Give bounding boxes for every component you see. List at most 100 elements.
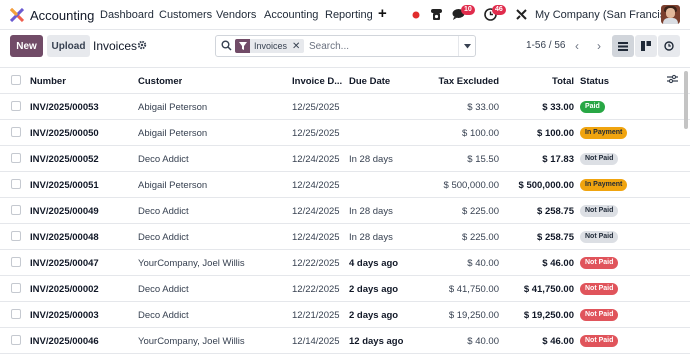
cell-invoice-date: 12/14/2025 (292, 335, 340, 347)
new-button[interactable]: New (10, 35, 43, 57)
status-badge: Not Paid (580, 283, 619, 295)
cell-number: INV/2025/00052 (30, 153, 99, 165)
cell-total: $ 500,000.00 (518, 179, 574, 191)
row-checkbox[interactable] (11, 309, 21, 319)
cell-tax-excluded: $ 15.50 (467, 153, 499, 165)
row-checkbox[interactable] (11, 335, 21, 345)
cell-customer: Deco Addict (138, 283, 189, 295)
row-checkbox[interactable] (11, 283, 21, 293)
table-row[interactable]: INV/2025/00002 Deco Addict 12/22/2025 2 day… (0, 276, 690, 302)
cell-invoice-date: 12/22/2025 (292, 257, 340, 269)
cell-due-date: In 28 days (349, 231, 393, 243)
table-row[interactable]: INV/2025/00046 YourCompany, Joel Willis 12… (0, 328, 690, 354)
list-view-button[interactable] (612, 35, 634, 57)
menu-dashboard[interactable]: Dashboard (100, 9, 154, 21)
status-badge: Not Paid (580, 335, 619, 347)
menu-reporting[interactable]: Reporting (325, 9, 373, 21)
debug-tools-icon[interactable] (515, 8, 528, 21)
company-switcher[interactable]: My Company (San Francisco) (535, 9, 681, 21)
cell-customer: Deco Addict (138, 153, 189, 165)
row-checkbox[interactable] (11, 257, 21, 267)
cell-total: $ 258.75 (537, 205, 574, 217)
menu-vendors[interactable]: Vendors (216, 9, 256, 21)
row-checkbox[interactable] (11, 205, 21, 215)
pager-previous-button[interactable]: ‹ (566, 35, 588, 57)
row-checkbox[interactable] (11, 231, 21, 241)
cell-number: INV/2025/00051 (30, 179, 99, 191)
plus-icon[interactable]: + (378, 5, 387, 22)
column-total[interactable]: Total (510, 68, 574, 94)
search-options-toggle[interactable] (458, 36, 475, 56)
phone-icon[interactable] (430, 8, 443, 21)
top-navbar: Accounting Dashboard Customers Vendors A… (0, 0, 690, 30)
column-number[interactable]: Number (30, 68, 66, 94)
menu-accounting[interactable]: Accounting (264, 9, 318, 21)
column-invoice-date[interactable]: Invoice D... (292, 68, 342, 94)
column-due-date[interactable]: Due Date (349, 68, 390, 94)
facet-label: Invoices (250, 39, 292, 53)
cell-invoice-date: 12/24/2025 (292, 231, 340, 243)
cell-customer: Abigail Peterson (138, 127, 208, 139)
page-title[interactable]: Invoices (93, 39, 137, 53)
cell-tax-excluded: $ 19,250.00 (448, 309, 499, 321)
table-row[interactable]: INV/2025/00048 Deco Addict 12/24/2025 In 28… (0, 224, 690, 250)
cell-invoice-date: 12/25/2025 (292, 127, 340, 139)
cell-status: In Payment (580, 120, 628, 146)
search-facet[interactable]: Invoices ✕ (235, 39, 305, 53)
menu-customers[interactable]: Customers (159, 9, 212, 21)
kanban-view-button[interactable] (635, 35, 657, 57)
activity-clock-icon (664, 41, 674, 51)
table-header: Number Customer Invoice D... Due Date Ta… (0, 68, 690, 94)
cell-number: INV/2025/00049 (30, 205, 99, 217)
table-row[interactable]: INV/2025/00047 YourCompany, Joel Willis 12… (0, 250, 690, 276)
row-checkbox[interactable] (11, 127, 21, 137)
cell-customer: Deco Addict (138, 205, 189, 217)
status-badge: In Payment (580, 127, 628, 139)
cell-status: Not Paid (580, 302, 619, 328)
cell-number: INV/2025/00053 (30, 101, 99, 113)
select-all-checkbox[interactable] (11, 75, 21, 85)
cell-tax-excluded: $ 40.00 (467, 257, 499, 269)
cell-due-date: 2 days ago (349, 283, 399, 295)
activities-badge: 46 (492, 5, 506, 15)
cell-status: Not Paid (580, 250, 619, 276)
list-view-icon (618, 41, 628, 51)
app-title[interactable]: Accounting (30, 8, 94, 23)
column-status[interactable]: Status (580, 68, 609, 94)
cell-invoice-date: 12/24/2025 (292, 153, 340, 165)
cell-invoice-date: 12/24/2025 (292, 179, 340, 191)
filter-icon (235, 39, 250, 53)
column-tax-excluded[interactable]: Tax Excluded (420, 68, 499, 94)
column-customer[interactable]: Customer (138, 68, 182, 94)
row-checkbox[interactable] (11, 101, 21, 111)
status-badge: Not Paid (580, 231, 619, 243)
user-avatar[interactable] (661, 5, 680, 24)
table-row[interactable]: INV/2025/00051 Abigail Peterson 12/24/2025… (0, 172, 690, 198)
invoice-list: Number Customer Invoice D... Due Date Ta… (0, 67, 690, 360)
search-icon (221, 40, 232, 51)
cell-customer: YourCompany, Joel Willis (138, 257, 245, 269)
search-input[interactable] (309, 38, 454, 54)
cell-due-date: 12 days ago (349, 335, 404, 347)
row-checkbox[interactable] (11, 179, 21, 189)
activity-view-button[interactable] (658, 35, 680, 57)
recording-dot-icon[interactable] (412, 11, 420, 19)
scrollbar[interactable] (684, 71, 688, 129)
gear-icon[interactable] (137, 40, 147, 50)
upload-button[interactable]: Upload (47, 35, 90, 57)
accounting-app-icon[interactable] (10, 8, 24, 22)
row-checkbox[interactable] (11, 153, 21, 163)
table-row[interactable]: INV/2025/00053 Abigail Peterson 12/25/2025… (0, 94, 690, 120)
table-row[interactable]: INV/2025/00050 Abigail Peterson 12/25/2025… (0, 120, 690, 146)
facet-close-icon[interactable]: ✕ (291, 39, 305, 53)
optional-columns-icon[interactable] (667, 74, 678, 84)
table-row[interactable]: INV/2025/00049 Deco Addict 12/24/2025 In 28… (0, 198, 690, 224)
table-row[interactable]: INV/2025/00003 Deco Addict 12/21/2025 2 day… (0, 302, 690, 328)
cell-number: INV/2025/00050 (30, 127, 99, 139)
pager-next-button[interactable]: › (588, 35, 610, 57)
table-row[interactable]: INV/2025/00052 Deco Addict 12/24/2025 In 28… (0, 146, 690, 172)
cell-tax-excluded: $ 41,750.00 (448, 283, 499, 295)
cell-tax-excluded: $ 40.00 (467, 335, 499, 347)
pager-value[interactable]: 1-56 / 56 (526, 40, 565, 51)
cell-total: $ 19,250.00 (523, 309, 574, 321)
